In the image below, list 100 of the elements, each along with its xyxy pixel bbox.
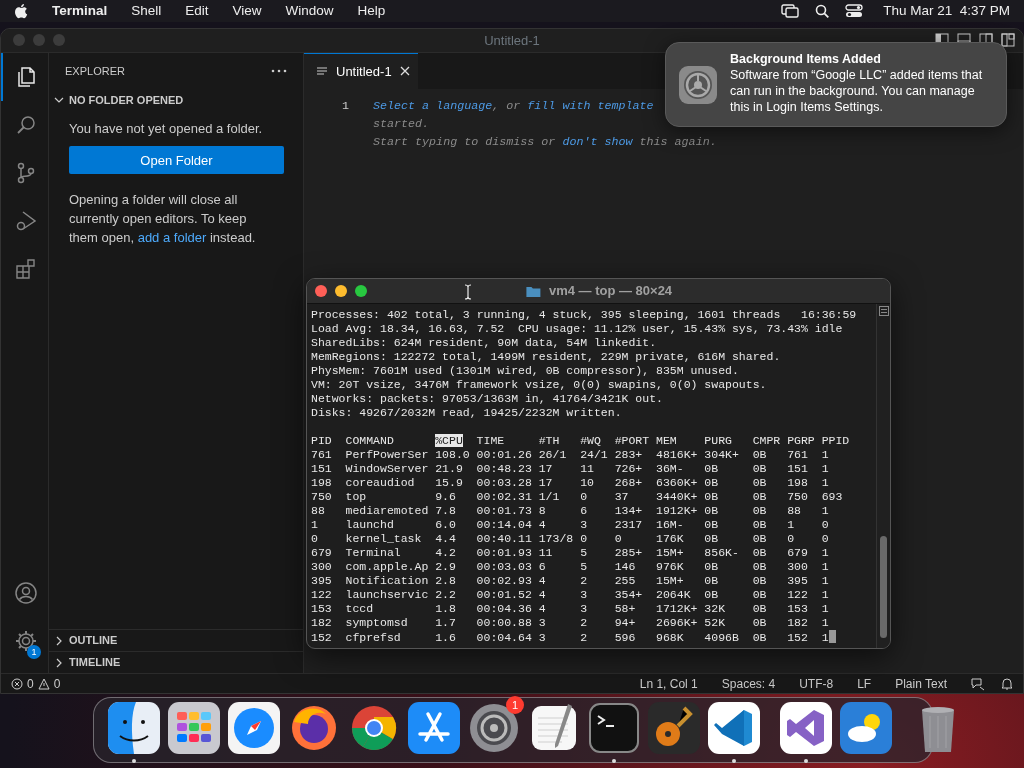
clock[interactable]: Thu Mar 21 4:37 PM <box>883 0 1010 22</box>
table-cell: 4 <box>538 588 546 601</box>
close-button[interactable] <box>315 285 327 297</box>
menu-item[interactable]: Shell <box>131 0 162 22</box>
layout-icon[interactable] <box>1001 33 1015 48</box>
notification-banner[interactable]: Background Items Added Software from “Google LLC” added items that can run in the background. You can manage this in Login Items Settings. <box>665 42 1007 127</box>
dock-app[interactable] <box>708 702 760 763</box>
table-cell: 2.2 <box>435 588 456 601</box>
table-cell: 0B <box>752 574 767 587</box>
table-cell: 285+ <box>614 546 643 559</box>
more-actions-icon[interactable] <box>271 68 287 73</box>
section-header[interactable]: NO FOLDER OPENED <box>49 88 303 111</box>
table-cell: 1 <box>821 588 829 601</box>
tab-label: Untitled-1 <box>336 62 392 81</box>
table-cell: 1 <box>821 546 829 559</box>
control-center-icon[interactable] <box>845 4 864 18</box>
table-cell: 2 <box>580 574 588 587</box>
problems-indicator[interactable]: 0 0 <box>11 674 61 693</box>
table-cell: 176K <box>656 532 684 545</box>
table-cell: 6 <box>580 504 588 517</box>
table-cell: 395 <box>311 574 332 587</box>
table-cell: 151 <box>787 462 808 475</box>
menu-item[interactable]: Help <box>357 0 386 22</box>
table-cell: mediaremoted <box>345 504 429 517</box>
table-cell: 750 <box>311 490 332 503</box>
status-item[interactable]: Ln 1, Col 1 <box>639 674 698 693</box>
table-cell: 268+ <box>614 476 643 489</box>
column-header[interactable]: TIME <box>476 434 505 447</box>
table-cell: 1 <box>821 560 829 573</box>
apple-logo-icon[interactable] <box>14 3 28 19</box>
menu-item[interactable]: Window <box>285 0 334 22</box>
column-header[interactable]: PGRP <box>787 434 815 447</box>
search-icon[interactable] <box>815 4 830 18</box>
table-cell: 2696K+ <box>656 616 698 629</box>
window-title: vm4 — top — 80×24 <box>548 282 673 301</box>
table-cell: 00:02.93 <box>476 574 532 587</box>
table-cell: top <box>345 490 367 503</box>
finder-icon <box>108 702 160 754</box>
table-cell: 1/1 <box>538 490 560 503</box>
table-cell: 151 <box>311 462 332 475</box>
table-cell: 152 <box>311 631 332 644</box>
close-icon[interactable] <box>399 66 410 77</box>
column-header[interactable]: #WQ <box>580 434 601 447</box>
table-cell: 300 <box>311 560 332 573</box>
table-cell: 1.6 <box>435 631 456 644</box>
column-header[interactable]: PURG <box>704 434 732 447</box>
error-count: 0 <box>27 675 34 693</box>
zoom-button[interactable] <box>355 285 367 297</box>
terminal-line: Networks: packets: 97053/1363M in, 41764/3421K out. <box>311 392 664 406</box>
status-item[interactable]: Spaces: 4 <box>721 674 776 693</box>
app-menu[interactable]: Terminal <box>52 0 108 22</box>
feedback-icon[interactable] <box>971 676 985 691</box>
status-item[interactable]: UTF-8 <box>799 674 834 693</box>
table-cell: 750 <box>787 490 808 503</box>
status-item[interactable]: Plain Text <box>895 674 947 693</box>
column-header[interactable]: PPID <box>821 434 850 447</box>
window-title: Untitled-1 <box>484 31 540 50</box>
column-header[interactable]: PID <box>311 434 332 447</box>
text-cursor-icon <box>464 284 472 300</box>
running-indicator <box>804 759 808 763</box>
menu-item[interactable]: Edit <box>185 0 209 22</box>
table-cell: Notification <box>345 574 429 587</box>
column-header[interactable]: #TH <box>538 434 560 447</box>
manage-button[interactable]: 1 <box>1 617 49 666</box>
table-cell: 153 <box>787 602 808 615</box>
menu-item[interactable]: View <box>232 0 262 22</box>
table-cell: 0B <box>752 631 767 644</box>
table-cell: 4.2 <box>435 546 456 559</box>
dock-app[interactable] <box>780 702 832 763</box>
table-cell: 198 <box>787 476 808 489</box>
panel-header[interactable]: OUTLINE <box>49 629 303 652</box>
column-header[interactable]: CMPR <box>752 434 781 447</box>
hint-link[interactable]: Select a language <box>373 98 493 113</box>
dock-app[interactable] <box>108 702 160 763</box>
bell-icon[interactable] <box>1001 676 1013 691</box>
status-item[interactable]: LF <box>857 674 872 693</box>
minimize-button[interactable] <box>335 285 347 297</box>
add-folder-link[interactable]: add a folder <box>137 230 207 246</box>
column-header[interactable]: %CPU <box>435 434 463 447</box>
hint-link[interactable]: fill with template <box>527 98 654 113</box>
screen-mirroring-icon[interactable] <box>781 4 800 18</box>
table-cell: 00:40.11 <box>476 532 532 545</box>
table-cell: 00:14.04 <box>476 518 532 531</box>
table-cell: 134+ <box>614 504 643 517</box>
table-cell: 00:00.88 <box>476 616 532 629</box>
table-cell: 5 <box>580 560 588 573</box>
hint-link[interactable]: don't show <box>562 134 633 149</box>
column-header[interactable]: MEM <box>656 434 677 447</box>
column-header[interactable]: #PORT <box>614 434 650 447</box>
table-cell: 00:03.03 <box>476 560 532 573</box>
hint-text: Start typing to dismiss or don't show this again. <box>373 133 717 151</box>
table-cell: 0 <box>821 532 829 545</box>
folder-icon <box>524 284 541 298</box>
table-cell: 0B <box>704 476 719 489</box>
table-cell: 1712K+ <box>656 602 698 615</box>
open-folder-button[interactable]: Open Folder <box>69 146 284 175</box>
editor-tab[interactable]: Untitled-1 <box>304 52 418 89</box>
column-header[interactable]: COMMAND <box>345 434 394 447</box>
scrollbar-thumb[interactable] <box>880 536 887 638</box>
table-cell: symptomsd <box>345 616 408 629</box>
